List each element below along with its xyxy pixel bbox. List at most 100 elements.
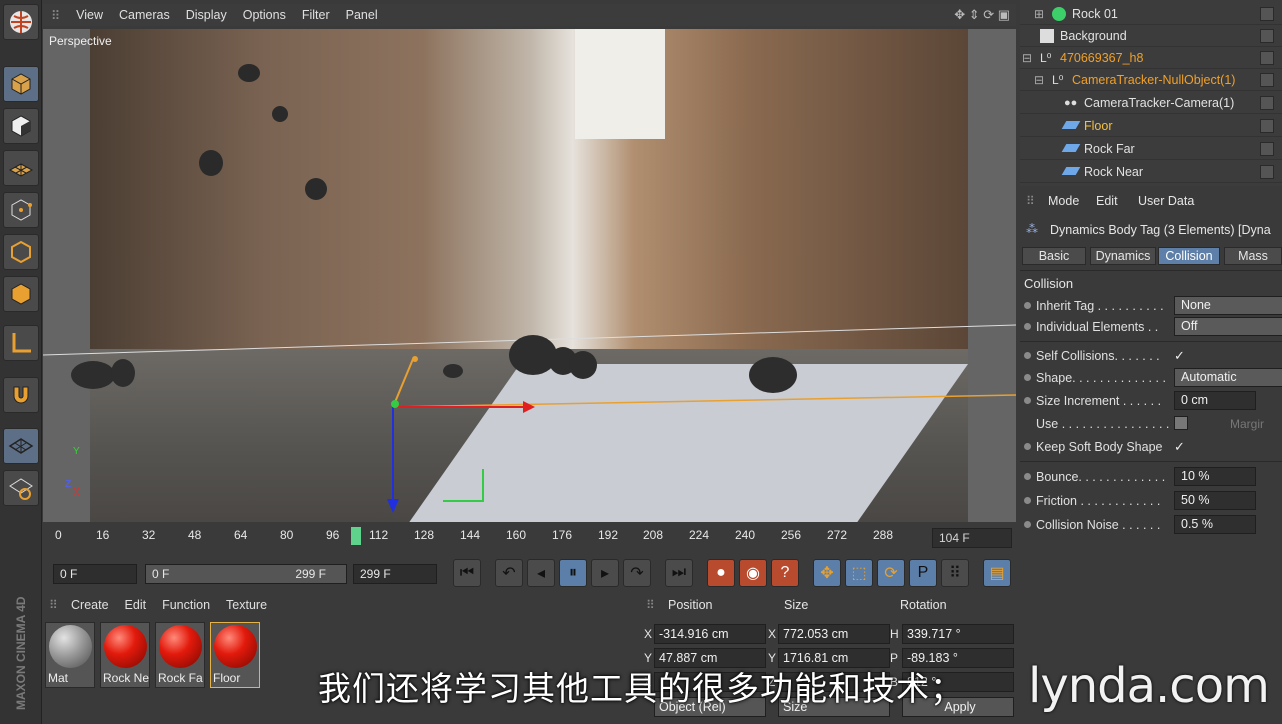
visibility-toggle[interactable] <box>1260 96 1274 110</box>
menu-mode[interactable]: Mode <box>1048 194 1079 208</box>
pla-key-icon[interactable]: ⠿ <box>941 559 969 587</box>
object-name: Floor <box>1084 118 1113 133</box>
tick: 240 <box>735 528 756 542</box>
go-to-end-icon[interactable]: ⏭ <box>665 559 693 587</box>
param-key-icon[interactable]: P <box>909 559 937 587</box>
drag-handle-icon[interactable]: ⠿ <box>43 8 68 23</box>
collision-noise-field[interactable]: 0.5 % <box>1174 515 1256 534</box>
use-checkbox[interactable] <box>1174 416 1188 430</box>
collapse-icon[interactable]: ⊟ <box>1034 73 1044 87</box>
scale-key-icon[interactable]: ⬚ <box>845 559 873 587</box>
tab-collision[interactable]: Collision <box>1158 247 1220 265</box>
object-row-floor[interactable]: Floor <box>1020 115 1282 137</box>
visibility-toggle[interactable] <box>1260 119 1274 133</box>
next-frame-icon[interactable]: ▸ <box>591 559 619 587</box>
menu-function[interactable]: Function <box>154 598 218 612</box>
visibility-toggle[interactable] <box>1260 165 1274 179</box>
visibility-toggle[interactable] <box>1260 51 1274 65</box>
previous-frame-icon[interactable]: ◂ <box>527 559 555 587</box>
menu-view[interactable]: View <box>68 8 111 22</box>
magnet-icon[interactable] <box>3 377 39 413</box>
size-increment-field[interactable]: 0 cm <box>1174 391 1256 410</box>
axis-label: H <box>890 627 899 641</box>
menu-create[interactable]: Create <box>63 598 117 612</box>
expand-icon[interactable]: ⊞ <box>1034 7 1044 21</box>
inherit-tag-dropdown[interactable]: None <box>1174 296 1282 315</box>
menu-edit[interactable]: Edit <box>1096 194 1118 208</box>
menu-filter[interactable]: Filter <box>294 8 338 22</box>
material-mat[interactable]: Mat <box>45 622 95 688</box>
plane-icon <box>1061 121 1081 129</box>
bounce-row: Bounce. . . . . . . . . . . . . 10 % <box>1020 467 1282 487</box>
object-row-camera[interactable]: ●● CameraTracker-Camera(1) <box>1020 92 1282 114</box>
timeline-ruler[interactable]: 0 16 32 48 64 80 96 112 128 144 160 176 … <box>43 525 1016 552</box>
svg-text:Z: Z <box>65 479 71 490</box>
move-key-icon[interactable]: ✥ <box>813 559 841 587</box>
model-mode-icon[interactable] <box>3 66 39 102</box>
globe-icon[interactable] <box>3 4 39 40</box>
perspective-viewport[interactable]: Y Z X Perspective <box>43 29 1016 522</box>
range-slider[interactable]: 0 F 299 F <box>145 564 347 584</box>
object-row-rock-far[interactable]: Rock Far <box>1020 138 1282 160</box>
menu-edit[interactable]: Edit <box>117 598 155 612</box>
grid-snap-icon[interactable] <box>3 470 39 506</box>
material-floor[interactable]: Floor <box>210 622 260 688</box>
menu-panel[interactable]: Panel <box>338 8 386 22</box>
menu-display[interactable]: Display <box>178 8 235 22</box>
grid-lock-icon[interactable] <box>3 428 39 464</box>
end-frame-field[interactable]: 299 F <box>353 564 437 584</box>
rotate-key-icon[interactable]: ⟳ <box>877 559 905 587</box>
start-frame-field[interactable]: 0 F <box>53 564 137 584</box>
axis-icon[interactable] <box>3 325 39 361</box>
tab-mass[interactable]: Mass <box>1224 247 1282 265</box>
record-icon[interactable]: ● <box>707 559 735 587</box>
visibility-toggle[interactable] <box>1260 142 1274 156</box>
go-to-start-icon[interactable]: ⏮ <box>453 559 481 587</box>
object-row-470669367[interactable]: ⊟ L⁰ 470669367_h8 <box>1020 47 1282 69</box>
size-x-field[interactable]: 772.053 cm <box>778 624 890 644</box>
workplane-icon[interactable] <box>3 150 39 186</box>
menu-user-data[interactable]: User Data <box>1138 194 1194 208</box>
position-x-field[interactable]: -314.916 cm <box>654 624 766 644</box>
rotation-h-field[interactable]: 339.717 ° <box>902 624 1014 644</box>
filmstrip-icon[interactable]: ▤ <box>983 559 1011 587</box>
edges-mode-icon[interactable] <box>3 234 39 270</box>
tab-dynamics[interactable]: Dynamics <box>1090 247 1156 265</box>
pause-icon[interactable]: ⏸ <box>559 559 587 587</box>
playhead[interactable] <box>351 527 361 545</box>
texture-mode-icon[interactable] <box>3 108 39 144</box>
drag-handle-icon[interactable]: ⠿ <box>646 598 655 612</box>
shape-dropdown[interactable]: Automatic <box>1174 368 1282 387</box>
points-mode-icon[interactable] <box>3 192 39 228</box>
menu-texture[interactable]: Texture <box>218 598 275 612</box>
drag-handle-icon[interactable]: ⠿ <box>1026 194 1035 208</box>
object-name: Rock Near <box>1084 164 1144 179</box>
material-rock-far[interactable]: Rock Fa <box>155 622 205 688</box>
drag-handle-icon[interactable]: ⠿ <box>49 598 58 612</box>
collapse-icon[interactable]: ⊟ <box>1022 51 1032 65</box>
bounce-field[interactable]: 10 % <box>1174 467 1256 486</box>
material-rock-near[interactable]: Rock Ne <box>100 622 150 688</box>
current-frame-field[interactable]: 104 F <box>932 528 1012 548</box>
self-collisions-checkbox[interactable]: ✓ <box>1174 348 1185 364</box>
next-key-icon[interactable]: ↷ <box>623 559 651 587</box>
menu-options[interactable]: Options <box>235 8 294 22</box>
object-row-background[interactable]: Background <box>1020 25 1282 47</box>
object-row-rock-near[interactable]: Rock Near <box>1020 161 1282 183</box>
visibility-toggle[interactable] <box>1260 73 1274 87</box>
keep-soft-body-checkbox[interactable]: ✓ <box>1174 439 1185 455</box>
visibility-toggle[interactable] <box>1260 7 1274 21</box>
menu-cameras[interactable]: Cameras <box>111 8 178 22</box>
polygons-mode-icon[interactable] <box>3 276 39 312</box>
object-row-nullobject[interactable]: ⊟ L⁰ CameraTracker-NullObject(1) <box>1020 69 1282 91</box>
help-key-icon[interactable]: ? <box>771 559 799 587</box>
previous-key-icon[interactable]: ↶ <box>495 559 523 587</box>
viewport-nav-icons[interactable]: ✥ ⇕ ⟳ ▣ <box>954 7 1010 23</box>
autokey-icon[interactable]: ◉ <box>739 559 767 587</box>
object-row-rock01[interactable]: ⊞ Rock 01 <box>1020 3 1282 25</box>
tab-basic[interactable]: Basic <box>1022 247 1086 265</box>
visibility-toggle[interactable] <box>1260 29 1274 43</box>
friction-field[interactable]: 50 % <box>1174 491 1256 510</box>
individual-elements-dropdown[interactable]: Off <box>1174 317 1282 336</box>
object-name: Background <box>1060 28 1127 43</box>
